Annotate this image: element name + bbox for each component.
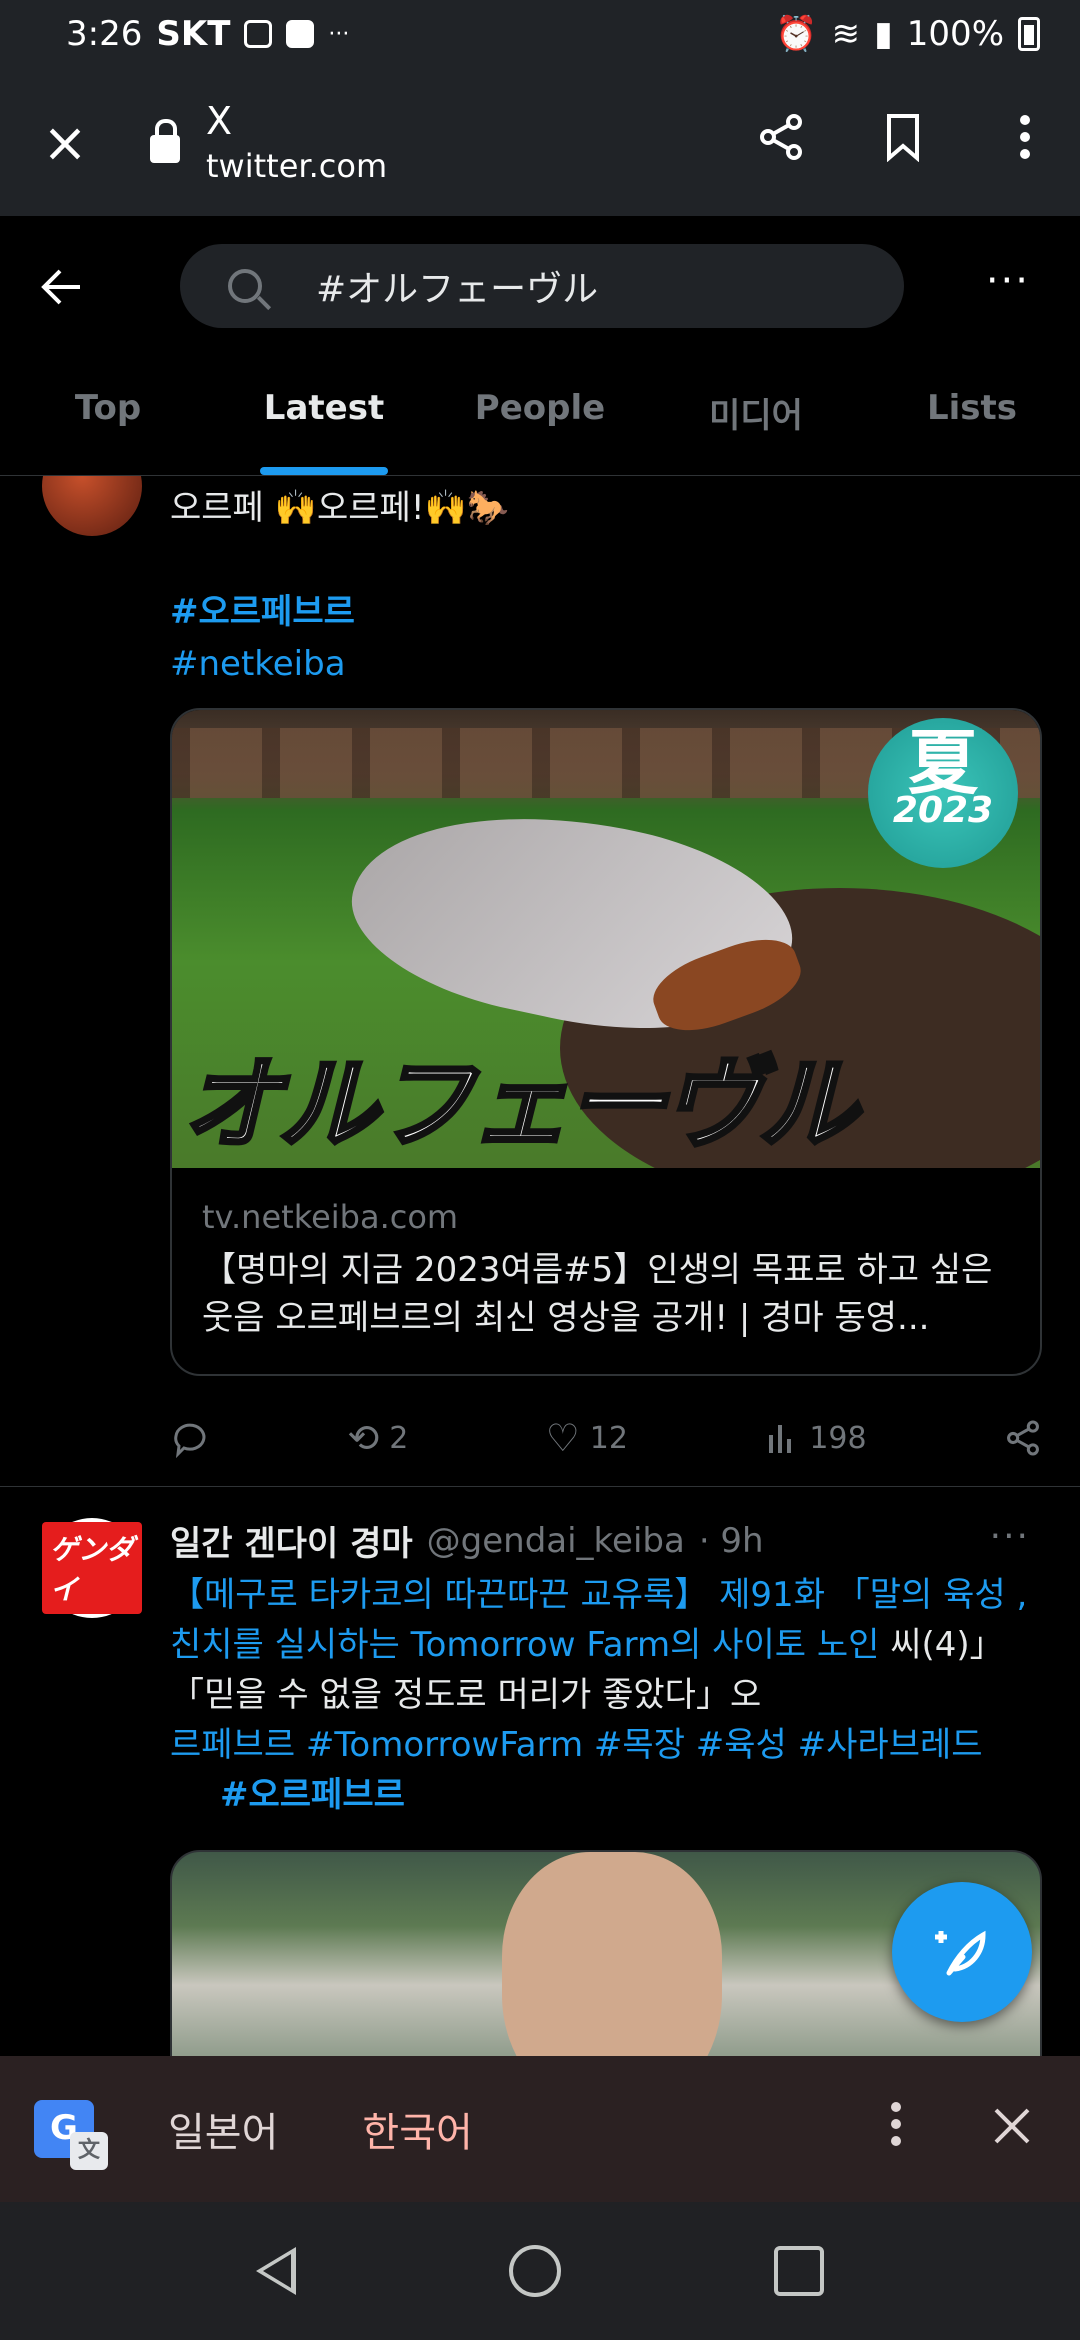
card-image: 夏 2023 オルフェーヴル (172, 710, 1040, 1168)
compose-button[interactable] (892, 1882, 1032, 2022)
tab-lists[interactable]: Lists (864, 366, 1080, 475)
translate-menu-icon[interactable] (890, 2099, 902, 2160)
status-time: 3:26 (66, 14, 143, 54)
translate-close-icon[interactable] (992, 2100, 1032, 2158)
share-icon (1007, 1420, 1039, 1456)
signal-icon: ▮ (874, 14, 893, 54)
hashtag-link[interactable]: #오르페브르 (170, 586, 509, 638)
link-card[interactable]: 夏 2023 オルフェーヴル tv.netkeiba.com 【명마의 지금 2… (170, 708, 1042, 1376)
tab-top[interactable]: Top (0, 366, 216, 475)
like-button[interactable]: ♡ 12 (546, 1416, 628, 1460)
card-title: 【명마의 지금 2023여름#5】인생의 목표로 하고 싶은 웃음 오르페브르의… (202, 1250, 993, 1338)
avatar[interactable] (42, 476, 142, 536)
avatar[interactable]: ゲンダイ (42, 1518, 142, 1618)
status-extra: ··· (328, 21, 350, 47)
tab-latest[interactable]: Latest (216, 366, 432, 475)
search-icon (228, 269, 262, 303)
share-button[interactable] (1004, 1419, 1042, 1457)
translate-bar: G 일본어 한국어 (0, 2056, 1080, 2228)
lang-japanese[interactable]: 일본어 (168, 2100, 278, 2158)
status-bar: 3:26 SKT ··· ⏰ ≋ ▮ 100% (0, 0, 1080, 68)
bookmark-icon[interactable] (878, 112, 928, 173)
retweet-icon: ⟲ (347, 1416, 380, 1460)
like-count: 12 (589, 1420, 628, 1456)
search-input[interactable]: #オルフェーヴル (180, 244, 904, 328)
search-query: #オルフェーヴル (316, 269, 599, 310)
lang-korean[interactable]: 한국어 (358, 2100, 478, 2228)
lock-icon[interactable] (150, 119, 180, 163)
x-header: #オルフェーヴル ··· Top Latest People 미디어 Lists (0, 216, 1080, 476)
compose-feather-icon (935, 1930, 986, 1976)
hashtag-link[interactable]: #netkeiba (170, 638, 509, 690)
close-tab-icon[interactable]: × (30, 111, 100, 174)
tweet-header: 일간 겐다이 경마 @gendai_keiba · 9h (170, 1516, 764, 1565)
nav-home-icon[interactable] (508, 2245, 561, 2297)
retweet-count: 2 (389, 1420, 409, 1456)
summer-badge: 夏 2023 (868, 718, 1018, 868)
nav-recents-icon[interactable] (773, 2246, 824, 2296)
back-arrow-icon[interactable] (40, 264, 84, 318)
reply-icon (174, 1423, 206, 1458)
url-block[interactable]: X twitter.com (206, 99, 387, 185)
author-name[interactable]: 일간 겐다이 경마 (170, 1516, 413, 1565)
views-icon (769, 1425, 792, 1453)
share-icon[interactable] (756, 112, 806, 173)
url-host: twitter.com (206, 147, 388, 185)
menu-icon[interactable] (1000, 112, 1050, 173)
note-icon (286, 20, 315, 48)
nav-back-icon[interactable] (256, 2247, 297, 2295)
image-title: オルフェーヴル (180, 1044, 860, 1165)
views-button[interactable]: 198 (765, 1420, 867, 1456)
wifi-icon: ≋ (831, 14, 861, 54)
page-title: X (206, 99, 233, 143)
battery-percent: 100% (906, 14, 1004, 54)
system-nav-bar (0, 2202, 1080, 2340)
reply-button[interactable] (170, 1418, 210, 1458)
tweet-text: 【메구로 타카코의 따끈따끈 교유록】 제91화 「말의 육성 , 친치를 실시… (170, 1570, 1030, 1820)
tab-people[interactable]: People (432, 366, 648, 475)
more-options-icon[interactable]: ··· (986, 258, 1030, 304)
author-handle[interactable]: @gendai_keiba (427, 1521, 685, 1561)
view-count: 198 (809, 1420, 867, 1456)
tweet-actions: ⟲ 2 ♡ 12 198 (170, 1408, 1042, 1468)
tweet-more-icon[interactable]: ··· (990, 1516, 1030, 1557)
heart-icon: ♡ (545, 1416, 580, 1460)
search-tabs: Top Latest People 미디어 Lists (0, 366, 1080, 476)
feed: 오르페 🙌오르페!🙌🐎 #오르페브르 #netkeiba 夏 2023 オルフェ… (0, 476, 1080, 2056)
gendai-logo: ゲンダイ (42, 1522, 142, 1614)
card-domain: tv.netkeiba.com (202, 1198, 459, 1236)
hashtag-link[interactable]: #오르페브르 (170, 1775, 405, 1815)
google-translate-icon[interactable]: G (34, 2100, 108, 2170)
divider (0, 1486, 1080, 1487)
tweet-line: 오르페 🙌오르페!🙌🐎 (170, 488, 510, 528)
retweet-button[interactable]: ⟲ 2 (347, 1416, 408, 1460)
go-icon (244, 20, 273, 48)
tab-media[interactable]: 미디어 (648, 366, 864, 475)
alarm-icon: ⏰ (775, 14, 818, 54)
battery-icon (1018, 17, 1040, 51)
status-carrier: SKT (156, 14, 231, 54)
tweet-time: · 9h (698, 1520, 764, 1561)
tweet-text: 오르페 🙌오르페!🙌🐎 #오르페브르 #netkeiba (170, 482, 509, 690)
hashtag-link[interactable]: 르페브르 #TomorrowFarm #목장 #육성 #사라브레드 (170, 1725, 983, 1765)
browser-toolbar: × X twitter.com (0, 68, 1080, 216)
